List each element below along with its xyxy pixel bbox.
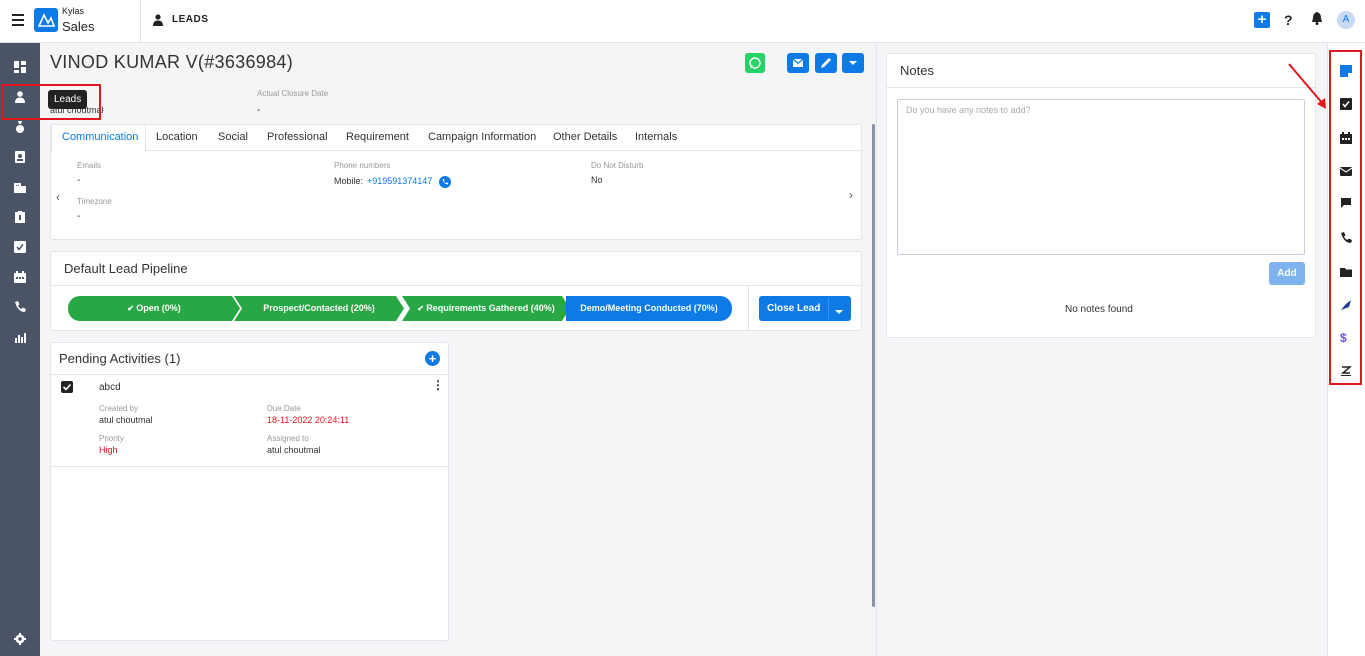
- empty-notes-text: No notes found: [1065, 304, 1133, 315]
- pipeline-stage[interactable]: ✔ Open (0%): [68, 296, 240, 321]
- activity-name[interactable]: abcd: [99, 382, 121, 393]
- stage-label: Prospect/Contacted (20%): [263, 303, 375, 313]
- emails-label: Emails: [77, 161, 102, 170]
- tab-social[interactable]: Social: [208, 125, 258, 151]
- tab-other-details[interactable]: Other Details: [543, 125, 627, 151]
- tab-internals[interactable]: Internals: [625, 125, 687, 151]
- divider: [140, 0, 141, 43]
- bell-icon[interactable]: [1311, 12, 1323, 28]
- help-icon[interactable]: ?: [1284, 12, 1293, 28]
- tab-location[interactable]: Location: [146, 125, 208, 151]
- due-date-label: Due Date: [267, 404, 301, 413]
- divider: [887, 87, 1315, 88]
- detail-tabs: Communication Location Social Profession…: [51, 125, 861, 151]
- lead-title: VINOD KUMAR V(#3636984): [50, 52, 293, 72]
- chevron-right-icon[interactable]: ›: [849, 188, 853, 202]
- email-button[interactable]: [787, 53, 809, 73]
- chevron-down-icon: [849, 61, 857, 65]
- whatsapp-button[interactable]: [745, 53, 765, 73]
- page-title: LEADS: [172, 14, 209, 25]
- stage-label: Demo/Meeting Conducted (70%): [580, 303, 718, 313]
- divider: [748, 286, 749, 331]
- tab-campaign-information[interactable]: Campaign Information: [418, 125, 546, 151]
- calendar-icon[interactable]: [14, 271, 26, 283]
- kebab-menu-icon[interactable]: ⋮: [432, 379, 444, 391]
- tab-professional[interactable]: Professional: [257, 125, 338, 151]
- actual-closure-label: Actual Closure Date: [257, 89, 329, 98]
- add-activity-button[interactable]: +: [425, 351, 440, 366]
- more-actions-button[interactable]: [842, 53, 864, 73]
- notes-title: Notes: [900, 63, 934, 78]
- tab-communication[interactable]: Communication: [51, 125, 146, 151]
- priority-label: Priority: [99, 434, 124, 443]
- kylas-logo-icon: [34, 8, 58, 32]
- scrollbar[interactable]: [872, 124, 875, 607]
- settings-icon[interactable]: [14, 633, 26, 645]
- add-note-button[interactable]: Add: [1269, 262, 1305, 285]
- deals-icon[interactable]: [14, 121, 26, 133]
- phone-link[interactable]: +919591374147: [367, 176, 432, 186]
- emails-value: -: [77, 175, 81, 186]
- pipeline-stage[interactable]: Demo/Meeting Conducted (70%): [566, 296, 732, 321]
- arrow-annotation-icon: [1288, 63, 1326, 109]
- stage-label: Requirements Gathered (40%): [426, 303, 555, 313]
- tasks-icon[interactable]: [14, 241, 26, 253]
- brand-product: Sales: [62, 19, 95, 34]
- dnd-label: Do Not Disturb: [591, 161, 644, 170]
- leads-tooltip: Leads: [48, 90, 88, 109]
- tab-requirement[interactable]: Requirement: [336, 125, 419, 151]
- actual-closure-value: -: [257, 105, 261, 116]
- phone-icon[interactable]: [14, 301, 26, 313]
- notes-textarea[interactable]: Do you have any notes to add?: [897, 99, 1305, 255]
- close-lead-label: Close Lead: [767, 303, 821, 314]
- brand-name: Kylas: [62, 6, 85, 16]
- edit-button[interactable]: [815, 53, 837, 73]
- timezone-label: Timezone: [77, 197, 112, 206]
- reports-icon[interactable]: [14, 331, 26, 343]
- quick-add-button[interactable]: +: [1254, 12, 1270, 28]
- assigned-to-value: atul choutmal: [267, 445, 321, 455]
- chevron-left-icon[interactable]: ‹: [56, 190, 60, 204]
- top-bar: Kylas Sales LEADS + ? A: [0, 0, 1365, 43]
- highlight-box: [1329, 50, 1362, 385]
- check-circle-icon: ✔: [127, 304, 137, 313]
- pencil-icon: [821, 58, 831, 68]
- email-icon: [792, 58, 804, 67]
- pipeline-title: Default Lead Pipeline: [64, 261, 188, 276]
- pipeline-stage[interactable]: Prospect/Contacted (20%): [234, 296, 404, 321]
- left-sidebar: [0, 43, 40, 656]
- quotes-icon[interactable]: [14, 211, 26, 223]
- divider: [828, 298, 829, 319]
- notes-placeholder: Do you have any notes to add?: [906, 105, 1031, 115]
- call-icon[interactable]: [439, 176, 451, 188]
- pending-activities-title: Pending Activities (1): [59, 351, 181, 366]
- check-circle-icon: ✔: [417, 304, 427, 313]
- dnd-value: No: [591, 175, 603, 185]
- created-by-label: Created by: [99, 404, 139, 413]
- avatar[interactable]: A: [1337, 11, 1355, 29]
- due-date-value: 18-11-2022 20:24:11: [267, 415, 350, 425]
- companies-icon[interactable]: [14, 181, 26, 193]
- phone-prefix: Mobile:: [334, 176, 364, 186]
- phone-numbers-label: Phone numbers: [334, 161, 391, 170]
- pipeline-stage[interactable]: ✔ Requirements Gathered (40%): [402, 296, 570, 321]
- divider: [51, 466, 448, 467]
- stage-label: Open (0%): [136, 303, 181, 313]
- timezone-value: -: [77, 211, 81, 222]
- divider: [51, 285, 861, 286]
- divider: [51, 374, 448, 375]
- priority-value: High: [99, 445, 118, 455]
- whatsapp-icon: [749, 57, 761, 69]
- dashboard-icon[interactable]: [14, 61, 26, 73]
- chevron-down-icon[interactable]: [835, 305, 843, 319]
- contacts-icon[interactable]: [14, 151, 26, 163]
- activity-checkbox[interactable]: [61, 381, 73, 393]
- created-by-value: atul choutmal: [99, 415, 153, 425]
- user-icon: [153, 14, 163, 26]
- menu-icon[interactable]: [12, 14, 24, 26]
- assigned-to-label: Assigned to: [267, 434, 309, 443]
